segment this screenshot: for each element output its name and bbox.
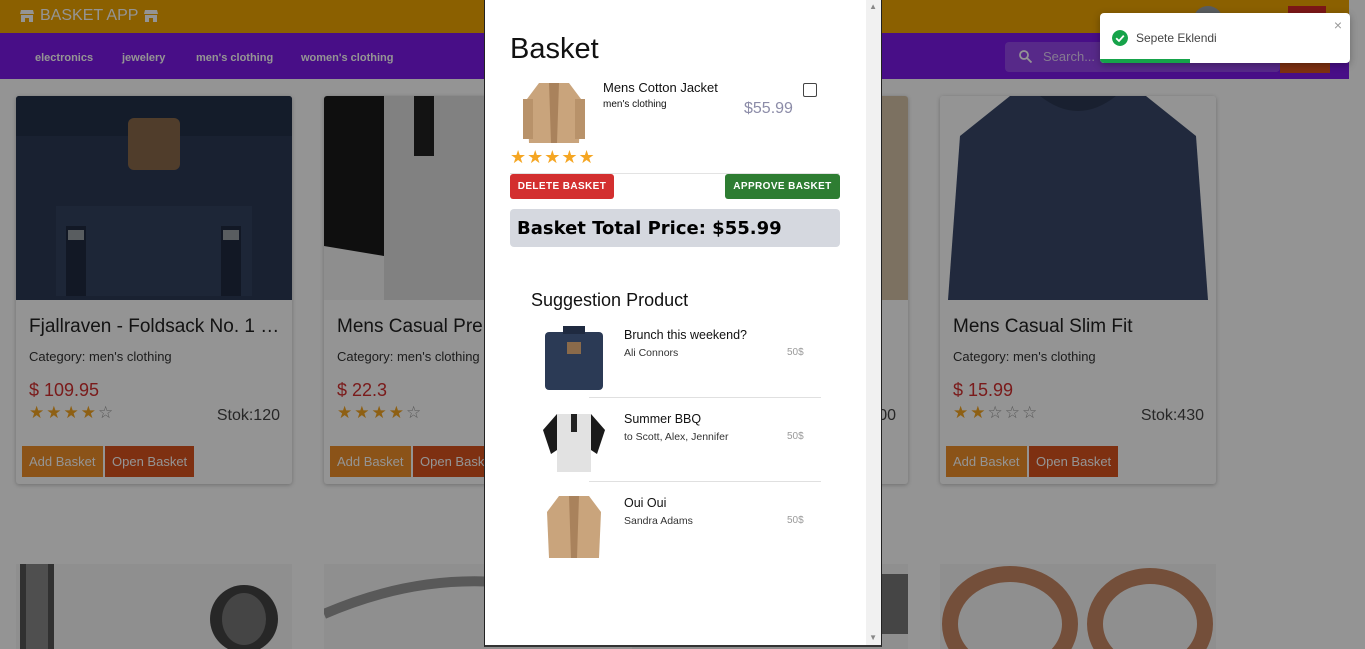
divider [589,481,821,482]
close-icon[interactable]: × [1334,17,1342,33]
suggestion-name: Brunch this weekend? [624,328,747,342]
divider [589,397,821,398]
basket-drawer: Basket Mens Cotton Jacket men's clothing… [484,0,882,647]
scroll-up-arrow-icon[interactable]: ▲ [869,2,877,11]
toast-progress-bar [1100,59,1190,63]
suggestion-price: 50$ [787,347,804,358]
suggestion-price: 50$ [787,515,804,526]
basket-item-checkbox[interactable] [803,83,817,97]
suggestion-subtitle: Sandra Adams [624,515,693,527]
product-image-backpack [545,326,603,390]
toast-message: Sepete Eklendi [1136,31,1217,45]
scrollbar[interactable]: ▲ ▼ [866,0,881,645]
suggestion-name: Oui Oui [624,496,667,510]
basket-item-category: men's clothing [603,99,667,110]
rating-stars: ★★★★★ [510,147,596,167]
basket-total-box: Basket Total Price: $55.99 [510,209,840,247]
suggestion-name: Summer BBQ [624,412,702,426]
check-circle-icon [1112,30,1128,46]
suggestion-subtitle: to Scott, Alex, Jennifer [624,431,729,443]
basket-total-price: Basket Total Price: $55.99 [517,218,782,239]
suggestion-title: Suggestion Product [531,290,689,310]
approve-basket-button[interactable]: APPROVE BASKET [725,174,840,199]
product-image-jacket [547,496,601,558]
basket-item-name: Mens Cotton Jacket [603,80,718,95]
delete-basket-button[interactable]: DELETE BASKET [510,174,614,199]
toast-notification: Sepete Eklendi × [1100,13,1350,63]
suggestion-price: 50$ [787,431,804,442]
product-image-tshirt [543,414,605,472]
suggestion-item[interactable]: Oui Oui Sandra Adams 50$ [531,494,821,578]
scroll-down-arrow-icon[interactable]: ▼ [869,633,877,642]
suggestion-item[interactable]: Brunch this weekend? Ali Connors 50$ [531,326,821,410]
product-image-jacket [523,83,585,143]
basket-item-price: $55.99 [744,100,793,117]
suggestion-item[interactable]: Summer BBQ to Scott, Alex, Jennifer 50$ [531,410,821,494]
suggestion-subtitle: Ali Connors [624,347,679,359]
basket-title: Basket [510,33,599,65]
